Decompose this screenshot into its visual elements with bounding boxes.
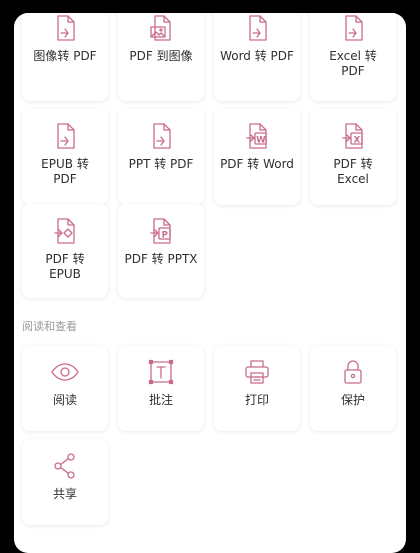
pdf-to-image-icon	[150, 15, 171, 41]
pdf-to-epub-tile[interactable]: PDF 转 EPUB	[22, 204, 108, 298]
annotate-tile[interactable]: 批注	[118, 345, 204, 431]
epub-to-pdf-tile[interactable]: EPUB 转 PDF	[22, 109, 108, 205]
eye-icon	[51, 363, 79, 381]
pdf-to-image-tile[interactable]: PDF 到图像	[118, 13, 204, 101]
pdf-to-word-icon: W	[246, 123, 267, 149]
epub-to-pdf-icon	[57, 123, 75, 149]
tile-label: 共享	[52, 487, 77, 501]
tools-panel: 图像转 PDF PDF 到图像 Word 转 PDF Excel 转 PDF E…	[14, 13, 406, 553]
pdf-to-pptx-tile[interactable]: P PDF 转 PPTX	[118, 204, 204, 298]
tile-label: PDF 转 Word	[220, 157, 294, 171]
print-tile[interactable]: 打印	[214, 345, 300, 431]
tile-label: PDF 到图像	[129, 49, 193, 63]
svg-text:P: P	[162, 230, 168, 240]
tile-label: EPUB 转 PDF	[41, 157, 89, 186]
tile-label: PPT 转 PDF	[128, 157, 194, 171]
svg-text:W: W	[256, 135, 266, 145]
svg-text:X: X	[354, 135, 361, 145]
section-title-read-view: 阅读和查看	[22, 320, 77, 333]
image-to-pdf-icon	[57, 15, 75, 41]
tile-label: Word 转 PDF	[220, 49, 294, 63]
lock-icon	[344, 360, 362, 384]
pdf-to-excel-tile[interactable]: X PDF 转 Excel	[310, 109, 396, 205]
tile-label: 批注	[148, 393, 173, 407]
annotate-icon	[148, 359, 174, 385]
tile-label: 打印	[244, 393, 269, 407]
tile-label: 保护	[340, 393, 365, 407]
read-tile[interactable]: 阅读	[22, 345, 108, 431]
pdf-to-word-tile[interactable]: W PDF 转 Word	[214, 109, 300, 205]
pdf-to-epub-icon	[54, 218, 75, 244]
ppt-to-pdf-tile[interactable]: PPT 转 PDF	[118, 109, 204, 205]
pdf-to-excel-icon: X	[342, 123, 363, 149]
word-to-pdf-icon	[249, 15, 267, 41]
tile-label: 阅读	[52, 393, 77, 407]
tile-label: PDF 转 Excel	[333, 157, 373, 186]
tile-label: Excel 转 PDF	[329, 49, 377, 78]
tile-label: PDF 转 EPUB	[45, 252, 85, 281]
ppt-to-pdf-icon	[153, 123, 171, 149]
printer-icon	[245, 360, 269, 384]
share-icon	[54, 453, 75, 479]
word-to-pdf-tile[interactable]: Word 转 PDF	[214, 13, 300, 101]
tile-label: PDF 转 PPTX	[124, 252, 198, 266]
pdf-to-pptx-icon: P	[150, 218, 171, 244]
tile-label: 图像转 PDF	[33, 49, 97, 63]
share-tile[interactable]: 共享	[22, 439, 108, 525]
excel-to-pdf-tile[interactable]: Excel 转 PDF	[310, 13, 396, 101]
image-to-pdf-tile[interactable]: 图像转 PDF	[22, 13, 108, 101]
excel-to-pdf-icon	[345, 15, 363, 41]
protect-tile[interactable]: 保护	[310, 345, 396, 431]
